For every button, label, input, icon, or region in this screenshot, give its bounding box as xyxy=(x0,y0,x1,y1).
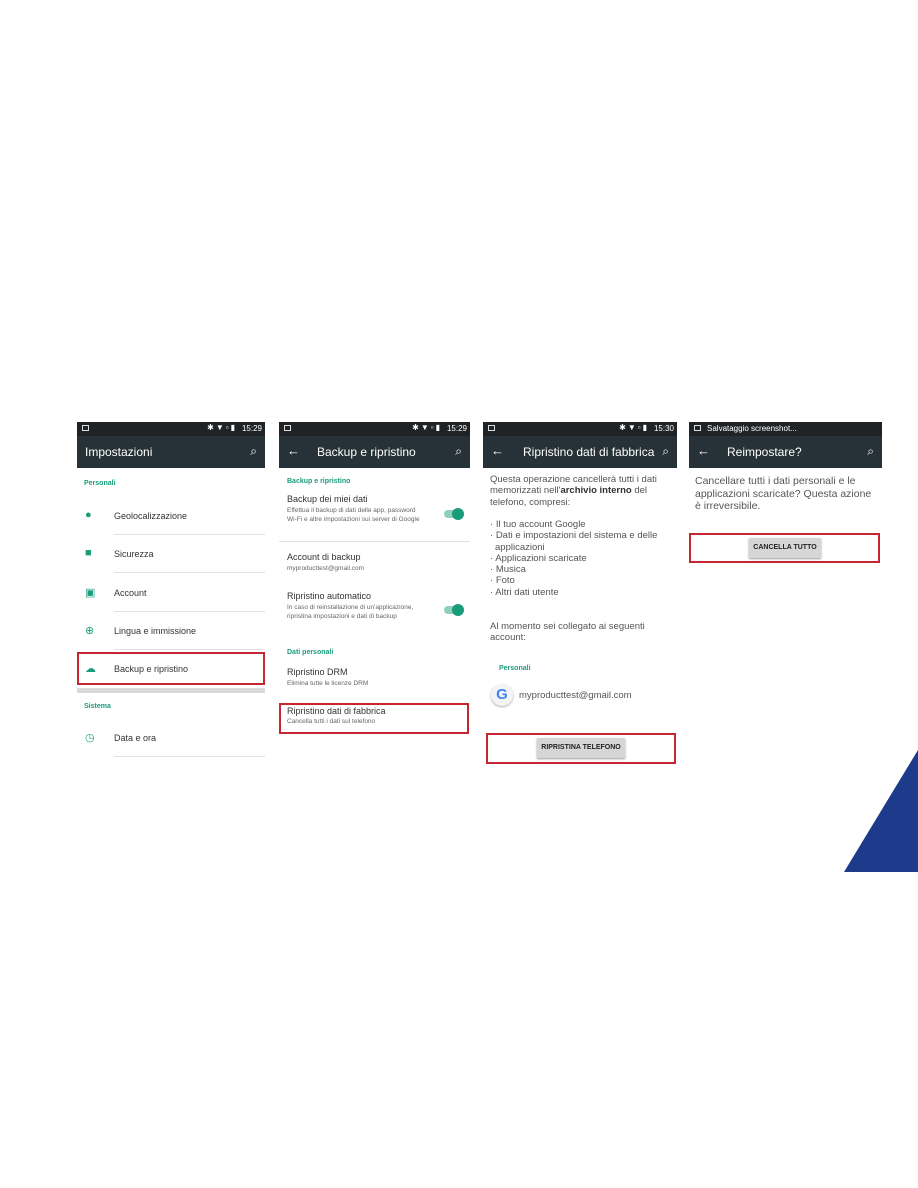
corner-decoration xyxy=(844,750,918,872)
account-email: myproducttest@gmail.com xyxy=(519,690,632,701)
divider xyxy=(114,649,265,650)
page-title: Ripristino dati di fabbrica xyxy=(523,445,655,459)
item-title[interactable]: Ripristino DRM xyxy=(287,667,348,677)
search-icon[interactable]: ⌕ xyxy=(250,444,257,459)
back-arrow-icon[interactable]: ← xyxy=(491,443,504,458)
page-title: Impostazioni xyxy=(85,445,153,459)
settings-item-lingua[interactable]: Lingua e immissione xyxy=(114,626,196,636)
divider xyxy=(114,534,265,535)
status-icons: ✱▼▫▮ xyxy=(207,423,237,432)
auto-restore-toggle[interactable] xyxy=(444,604,464,616)
item-subtitle: Elimina tutte le licenze DRM xyxy=(287,680,369,687)
screen-settings: ✱▼▫▮ 15:29 Impostazioni ⌕ Personali ● Geol… xyxy=(77,422,265,762)
highlight-box xyxy=(486,733,676,764)
google-logo-icon: G xyxy=(491,684,513,706)
clock-icon: ◷ xyxy=(85,732,95,744)
divider xyxy=(114,572,265,573)
search-icon[interactable]: ⌕ xyxy=(455,444,462,459)
highlight-box xyxy=(689,533,880,563)
backup-toggle[interactable] xyxy=(444,508,464,520)
section-header-sistema: Sistema xyxy=(84,703,111,710)
section-header: Dati personali xyxy=(287,649,334,656)
status-time: 15:30 xyxy=(653,424,674,433)
bullet-item: · Il tuo account Google xyxy=(490,519,586,530)
location-icon: ● xyxy=(85,509,92,521)
item-title[interactable]: Ripristino automatico xyxy=(287,591,371,601)
section-header-personali: Personali xyxy=(84,480,116,487)
item-title[interactable]: Backup dei miei dati xyxy=(287,494,368,504)
toolbar: ← Ripristino dati di fabbrica ⌕ xyxy=(483,436,677,468)
screenshot-icon xyxy=(82,425,89,431)
toolbar: Impostazioni ⌕ xyxy=(77,436,265,468)
toolbar: ← Reimpostare? ⌕ xyxy=(689,436,882,468)
screenshot-icon xyxy=(694,425,701,431)
page-title: Reimpostare? xyxy=(727,445,802,459)
search-icon[interactable]: ⌕ xyxy=(662,444,669,459)
item-subtitle: myproducttest@gmail.com xyxy=(287,565,365,572)
settings-item-geolocalizzazione[interactable]: Geolocalizzazione xyxy=(114,511,187,521)
screenshot-icon xyxy=(488,425,495,431)
status-icons: ✱▼▫▮ xyxy=(412,423,442,432)
notification-text: Salvataggio screenshot... xyxy=(707,424,797,433)
back-arrow-icon[interactable]: ← xyxy=(287,443,300,458)
lock-icon: ■ xyxy=(85,547,92,559)
bullet-list: · Il tuo account Google · Dati e imposta… xyxy=(490,519,674,598)
search-icon[interactable]: ⌕ xyxy=(867,444,874,459)
settings-item-data-ora[interactable]: Data e ora xyxy=(114,733,156,743)
status-bar: ✱▼▫▮ 15:30 xyxy=(483,422,677,436)
section-divider xyxy=(77,688,265,693)
bullet-item: · Applicazioni scaricate xyxy=(490,552,587,564)
divider xyxy=(114,756,265,757)
bullet-item: · Foto xyxy=(490,575,515,587)
page-title: Backup e ripristino xyxy=(317,445,416,459)
item-subtitle: Effettua il backup di dati delle app, pa… xyxy=(287,507,420,523)
confirm-text: Cancellare tutti i dati personali e le a… xyxy=(695,475,872,512)
account-icon: ▣ xyxy=(85,587,96,599)
divider xyxy=(114,611,265,612)
globe-icon: ⊕ xyxy=(85,625,95,637)
screen-backup: ✱▼▫▮ 15:29 ← Backup e ripristino ⌕ Backup e… xyxy=(279,422,470,742)
status-icons: ✱▼▫▮ xyxy=(619,423,649,432)
back-arrow-icon[interactable]: ← xyxy=(697,443,710,458)
screen-factory-reset: ✱▼▫▮ 15:30 ← Ripristino dati di fabbrica ⌕ … xyxy=(483,422,677,767)
accounts-header: Personali xyxy=(499,665,531,672)
intro-text: Questa operazione cancellerà tutti i dat… xyxy=(490,474,674,508)
settings-item-account[interactable]: Account xyxy=(114,588,147,598)
divider xyxy=(279,541,470,542)
screenshot-icon xyxy=(284,425,291,431)
status-bar: ✱▼▫▮ 15:29 xyxy=(77,422,265,436)
corner-triangle xyxy=(844,750,918,872)
status-time: 15:29 xyxy=(446,424,467,433)
settings-item-sicurezza[interactable]: Sicurezza xyxy=(114,549,154,559)
screen-confirm: Salvataggio screenshot... ← Reimpostare? ⌕… xyxy=(689,422,882,567)
bullet-item: · Altri dati utente xyxy=(490,586,559,598)
bullet-item: · Dati e impostazioni del sistema e dell… xyxy=(490,530,658,553)
intro-bold: archivio interno xyxy=(560,485,632,497)
item-title[interactable]: Account di backup xyxy=(287,552,361,562)
status-bar: ✱▼▫▮ 15:29 xyxy=(279,422,470,436)
highlight-box xyxy=(279,703,469,734)
toolbar: ← Backup e ripristino ⌕ xyxy=(279,436,470,468)
highlight-box xyxy=(77,652,265,685)
accounts-text: Al momento sei collegato ai seguenti acc… xyxy=(490,621,645,644)
bullet-item: · Musica xyxy=(490,564,526,576)
status-bar: Salvataggio screenshot... xyxy=(689,422,882,436)
section-header: Backup e ripristino xyxy=(287,478,351,485)
status-time: 15:29 xyxy=(241,424,262,433)
item-subtitle: In caso di reinstallazione di un'applica… xyxy=(287,604,414,620)
